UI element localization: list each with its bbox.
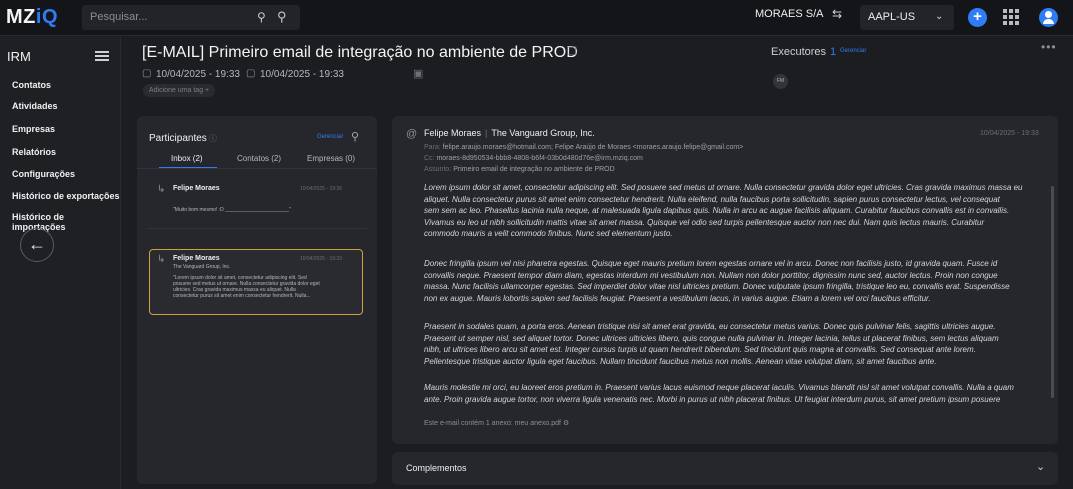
email-panel: @ Felipe Moraes | The Vanguard Group, Inc.… [392, 116, 1058, 444]
email-sender: Felipe Moraes | The Vanguard Group, Inc. [424, 128, 595, 138]
email-paragraph: Praesent in sodales quam, a porta eros. … [424, 322, 999, 366]
search-input[interactable]: Pesquisar... [90, 11, 147, 23]
message-company: The Vanguard Group, Inc. [173, 264, 231, 270]
start-date: 10/04/2025 - 19:33 [156, 69, 240, 80]
pin-icon[interactable]: ⚲ [257, 10, 266, 24]
end-date: 10/04/2025 - 19:33 [260, 69, 344, 80]
chevron-down-icon: ⌄ [935, 11, 944, 22]
logo[interactable]: MZiQ [6, 6, 58, 29]
complementos-accordion[interactable]: Complementos ⌄ [392, 452, 1058, 485]
sidebar: IRM Contatos Atividades Empresas Relatór… [0, 37, 121, 489]
participants-manage-link[interactable]: Gerenciar [317, 134, 343, 140]
email-paragraph: Donec fringilla ipsum vel nisi pharetra … [424, 259, 1010, 303]
divider [147, 228, 367, 229]
top-bar: MZiQ Pesquisar... ⚲ ⚲ MORAES S/A ⇆ AAPL-… [0, 0, 1073, 36]
executors-manage-link[interactable]: Gerenciar [840, 48, 866, 54]
add-tag-button[interactable]: Adicione uma tag + [143, 84, 216, 97]
executors-label: Executores 1 [771, 46, 837, 58]
search-icon[interactable]: ⚲ [351, 130, 359, 143]
calendar-icon[interactable]: ▣ [413, 67, 423, 80]
message-preview: "Muito bom mesmo! :D ___________________… [173, 207, 291, 213]
email-to: Para: felipe.araujo.moraes@hotmail.com; … [424, 144, 744, 151]
user-icon[interactable] [1039, 8, 1058, 27]
message-date: 10/04/2025 - 19:36 [300, 186, 342, 192]
reply-arrow-icon: ↳ [157, 184, 166, 195]
attachment-link[interactable]: Este e-mail contém 1 anexo: meu anexo.pd… [424, 419, 569, 427]
email-subject: Assunto: Primeiro email de integração no… [424, 166, 615, 173]
more-icon[interactable]: ••• [1041, 40, 1057, 54]
divider [137, 168, 377, 169]
avatar[interactable]: FM [773, 74, 788, 89]
search-bar[interactable]: Pesquisar... ⚲ ⚲ [82, 5, 300, 30]
message-date: 10/04/2025 - 19:33 [300, 256, 342, 262]
chevron-down-icon[interactable]: ⌄ [1036, 460, 1045, 473]
tab-inbox[interactable]: Inbox (2) [171, 154, 203, 163]
company-name[interactable]: MORAES S/A [755, 8, 823, 20]
email-paragraph: Mauris molestie mi orci, eu laoreet eros… [424, 383, 1014, 404]
scrollbar[interactable] [1051, 186, 1054, 398]
sidebar-item-configuracoes[interactable]: Configurações [12, 169, 75, 179]
tab-empresas[interactable]: Empresas (0) [307, 154, 355, 163]
participants-title: Participantes ⓘ [149, 133, 217, 144]
copy-icon[interactable]: ❐ [567, 45, 577, 58]
info-icon: ⓘ [208, 134, 217, 143]
reply-arrow-icon: ↳ [157, 254, 166, 265]
ticker-select[interactable]: AAPL-US ⌄ [860, 5, 954, 30]
ticker-value: AAPL-US [868, 11, 916, 23]
search-icon[interactable]: ⚲ [277, 9, 287, 25]
plus-icon[interactable]: + [968, 8, 987, 27]
message-sender: Felipe Moraes [173, 255, 220, 262]
sidebar-item-empresas[interactable]: Empresas [12, 124, 55, 134]
email-date: 10/04/2025 - 19:33 [980, 130, 1039, 137]
menu-icon[interactable] [95, 51, 109, 62]
email-cc: Cc: moraes-8d950534-bbb8-4808-b6f4-03b0d… [424, 155, 643, 162]
sidebar-title: IRM [7, 49, 31, 64]
apps-grid-icon[interactable] [1003, 9, 1020, 26]
list-item-selected[interactable]: ↳ Felipe Moraes 10/04/2025 - 19:33 The V… [149, 249, 363, 315]
message-preview-line: consectetur purus sit amet enim consecte… [173, 293, 311, 299]
complementos-label: Complementos [406, 463, 467, 473]
sidebar-item-atividades[interactable]: Atividades [12, 101, 58, 111]
calendar-icon: ▢ [142, 68, 152, 79]
calendar-icon: ▢ [246, 68, 256, 79]
sidebar-item-historico-exportacoes[interactable]: Histórico de exportações [12, 191, 120, 201]
sidebar-item-contatos[interactable]: Contatos [12, 80, 51, 90]
at-icon: @ [406, 128, 418, 140]
email-paragraph: Lorem ipsum dolor sit amet, consectetur … [424, 183, 1023, 239]
page-title: [E-MAIL] Primeiro email de integração no… [142, 44, 578, 61]
sidebar-item-relatorios[interactable]: Relatórios [12, 147, 56, 157]
arrow-left-icon[interactable]: ← [20, 228, 54, 262]
message-sender: Felipe Moraes [173, 185, 220, 192]
participants-panel: Participantes ⓘ Gerenciar ⚲ Inbox (2) Con… [137, 116, 377, 484]
tab-contatos[interactable]: Contatos (2) [237, 154, 281, 163]
swap-icon[interactable]: ⇆ [832, 7, 842, 21]
